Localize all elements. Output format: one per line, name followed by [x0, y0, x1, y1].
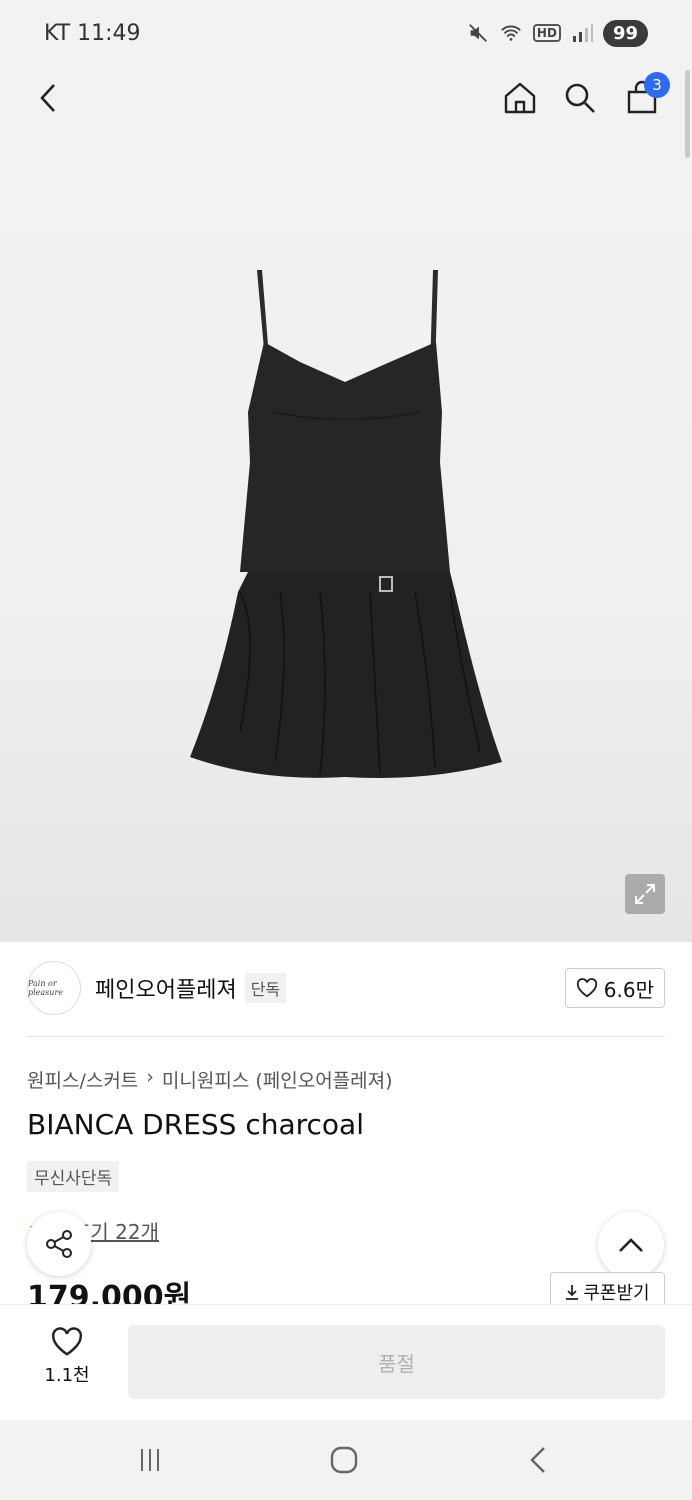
heart-icon — [51, 1327, 83, 1356]
recent-apps-button[interactable] — [130, 1440, 170, 1480]
home-button[interactable] — [498, 76, 542, 120]
expand-icon — [635, 884, 655, 904]
wifi-icon — [501, 25, 521, 41]
download-icon — [566, 1285, 579, 1300]
brand-row[interactable]: Pain or pleasure 페인오어플레져 단독 6.6만 — [27, 960, 665, 1016]
cart-count-badge: 3 — [644, 72, 670, 98]
wishlist-button[interactable]: 1.1천 — [36, 1327, 98, 1387]
breadcrumb-category[interactable]: 원피스/스커트 — [27, 1066, 138, 1093]
brand-like-count: 6.6만 — [603, 977, 654, 1002]
signal-icon — [572, 24, 593, 42]
chevron-left-icon — [40, 84, 55, 112]
back-button[interactable] — [26, 76, 70, 120]
mute-icon — [469, 24, 487, 42]
home-circle-icon — [330, 1446, 358, 1474]
recent-apps-icon — [141, 1449, 159, 1471]
top-nav: 3 — [0, 66, 692, 130]
share-button[interactable] — [27, 1212, 91, 1276]
home-icon — [504, 82, 536, 114]
home-nav-button[interactable] — [324, 1440, 364, 1480]
scroll-top-button[interactable] — [598, 1212, 664, 1278]
dress-image — [190, 270, 502, 778]
bottom-action-bar: 1.1천 품절 — [0, 1304, 692, 1420]
heart-icon — [576, 978, 597, 998]
search-icon — [565, 83, 595, 113]
divider — [27, 1036, 665, 1037]
sold-out-button[interactable]: 품절 — [128, 1325, 665, 1399]
coupon-label: 쿠폰받기 — [583, 1283, 650, 1304]
status-icons: HD 99 — [467, 19, 648, 47]
battery-indicator: 99 — [602, 19, 648, 47]
breadcrumb-subcategory[interactable]: 미니원피스 (페인오어플레져) — [162, 1066, 393, 1093]
share-icon — [46, 1230, 72, 1258]
system-nav-bar — [0, 1420, 692, 1500]
breadcrumb-separator: › — [146, 1066, 154, 1088]
search-button[interactable] — [558, 76, 602, 120]
brand-name[interactable]: 페인오어플레져 — [95, 972, 237, 1004]
exclusive-tag: 단독 — [244, 973, 287, 1003]
expand-image-button[interactable] — [625, 874, 665, 914]
hd-indicator: HD — [532, 24, 561, 42]
brand-logo[interactable]: Pain or pleasure — [27, 961, 81, 1015]
brand-like-button[interactable]: 6.6만 — [564, 968, 665, 1008]
back-chevron-icon — [530, 1447, 545, 1473]
wishlist-count: 1.1천 — [44, 1365, 90, 1386]
product-title: BIANCA DRESS charcoal — [27, 1108, 364, 1141]
back-nav-button[interactable] — [518, 1440, 558, 1480]
status-bar: KT 11:49 HD 99 — [0, 0, 692, 66]
musinsa-exclusive-badge: 무신사단독 — [27, 1161, 120, 1192]
chevron-up-icon — [619, 1238, 643, 1252]
cart-button[interactable]: 3 — [620, 72, 670, 120]
carrier-time: KT 11:49 — [44, 20, 141, 46]
breadcrumb: 원피스/스커트 › 미니원피스 (페인오어플레져) — [27, 1066, 393, 1093]
